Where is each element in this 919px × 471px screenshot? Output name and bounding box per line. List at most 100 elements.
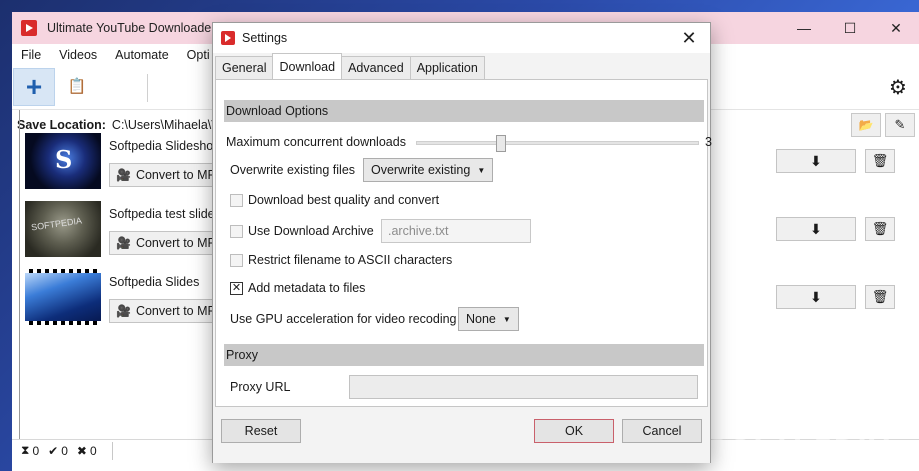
- save-location-label: Save Location:: [17, 118, 106, 132]
- settings-button[interactable]: ⚙: [887, 76, 909, 99]
- convert-button[interactable]: 🎥 Convert to MP3: [109, 163, 229, 187]
- maximize-button[interactable]: ☐: [827, 12, 873, 44]
- ok-button[interactable]: OK: [534, 419, 614, 443]
- camera-icon: 🎥: [116, 236, 131, 250]
- download-tab-panel: Download Options Maximum concurrent down…: [215, 79, 712, 407]
- dialog-app-icon: [221, 31, 235, 45]
- overwrite-value: Overwrite existing: [371, 163, 471, 177]
- video-title: Softpedia test slides: [109, 207, 221, 221]
- add-video-button[interactable]: +: [13, 68, 55, 106]
- metadata-checkbox[interactable]: ✕: [230, 281, 243, 295]
- gpu-label: Use GPU acceleration for video recoding: [230, 312, 457, 326]
- video-title: Softpedia Slides: [109, 275, 200, 289]
- camera-icon: 🎥: [116, 168, 131, 182]
- status-separator: [112, 442, 113, 460]
- download-options-header: Download Options: [224, 100, 704, 122]
- menu-automate[interactable]: Automate: [106, 48, 178, 62]
- tab-general[interactable]: General: [215, 56, 274, 79]
- gpu-dropdown[interactable]: None ▼: [458, 307, 519, 331]
- close-icon: ✕: [681, 27, 697, 48]
- convert-button[interactable]: 🎥 Convert to MP3: [109, 231, 229, 255]
- plus-icon: +: [25, 71, 43, 102]
- camera-icon: 🎥: [116, 304, 131, 318]
- video-title: Softpedia Slideshow: [109, 139, 223, 153]
- overwrite-dropdown[interactable]: Overwrite existing ▼: [363, 158, 494, 182]
- trash-icon: 🗑: [871, 221, 889, 236]
- video-thumbnail: [25, 133, 101, 189]
- trash-icon: 🗑: [871, 289, 889, 304]
- video-thumbnail: [25, 201, 101, 257]
- chevron-down-icon: ▼: [502, 314, 511, 324]
- convert-label: Convert to MP3: [135, 236, 223, 250]
- watermark: SOFTPEDIA: [708, 417, 891, 447]
- check-icon: ✔: [48, 443, 59, 458]
- best-quality-row: Download best quality and convert: [230, 191, 439, 209]
- gpu-row: Use GPU acceleration for video recoding …: [230, 306, 519, 332]
- minimize-button[interactable]: —: [781, 12, 827, 44]
- tab-download[interactable]: Download: [272, 53, 343, 79]
- best-quality-label: Download best quality and convert: [248, 193, 440, 207]
- archive-file-input[interactable]: .archive.txt: [381, 219, 531, 243]
- tab-application[interactable]: Application: [409, 56, 485, 79]
- slider-handle[interactable]: [496, 135, 506, 152]
- settings-tabs: General Download Advanced Application: [215, 53, 485, 79]
- metadata-label: Add metadata to files: [248, 281, 366, 295]
- dialog-titlebar: Settings ✕: [213, 23, 710, 53]
- restrict-ascii-label: Restrict filename to ASCII characters: [248, 253, 453, 267]
- settings-dialog: Settings ✕ General Download Advanced App…: [212, 22, 712, 463]
- overwrite-row: Overwrite existing files Overwrite exist…: [230, 157, 494, 183]
- failed-count: 0: [89, 443, 97, 458]
- best-quality-checkbox[interactable]: [230, 193, 243, 207]
- gear-icon: ⚙: [889, 76, 907, 99]
- delete-button[interactable]: 🗑: [865, 217, 895, 241]
- overwrite-label: Overwrite existing files: [230, 163, 356, 177]
- proxy-url-input[interactable]: [349, 375, 698, 399]
- done-count: 0: [61, 443, 68, 458]
- download-icon: ⬇: [810, 152, 822, 169]
- restrict-ascii-row: Restrict filename to ASCII characters: [230, 251, 452, 269]
- hourglass-icon: ⧗: [21, 443, 30, 457]
- paste-button[interactable]: 📋: [67, 76, 87, 96]
- chevron-down-icon: ▼: [477, 165, 486, 175]
- gpu-value: None: [466, 312, 496, 326]
- archive-label: Use Download Archive: [248, 224, 374, 238]
- proxy-url-label: Proxy URL: [230, 380, 291, 394]
- app-icon: [21, 20, 37, 36]
- toolbar-separator: [147, 74, 148, 102]
- download-button[interactable]: ⬇: [776, 217, 856, 241]
- tab-advanced[interactable]: Advanced: [341, 56, 411, 79]
- archive-checkbox[interactable]: [230, 224, 243, 238]
- restrict-ascii-checkbox[interactable]: [230, 253, 243, 267]
- app-title: Ultimate YouTube Downloader: [47, 21, 216, 35]
- delete-button[interactable]: 🗑: [865, 149, 895, 173]
- pencil-icon: ✎: [894, 117, 906, 132]
- download-button[interactable]: ⬇: [776, 285, 856, 309]
- convert-label: Convert to MP3: [135, 304, 223, 318]
- cancel-button[interactable]: Cancel: [622, 419, 702, 443]
- dialog-close-button[interactable]: ✕: [678, 27, 700, 49]
- max-concurrent-label: Maximum concurrent downloads: [226, 135, 406, 149]
- list-border: [19, 110, 20, 440]
- convert-button[interactable]: 🎥 Convert to MP3: [109, 299, 229, 323]
- dialog-title: Settings: [242, 31, 288, 45]
- reset-button[interactable]: Reset: [221, 419, 301, 443]
- dialog-footer: Reset OK Cancel: [213, 407, 710, 463]
- clipboard-icon: 📋: [67, 78, 87, 95]
- max-concurrent-value: 3: [705, 135, 712, 149]
- download-icon: ⬇: [810, 288, 822, 305]
- max-concurrent-row: Maximum concurrent downloads 3: [226, 128, 712, 156]
- proxy-header: Proxy: [224, 344, 704, 366]
- close-window-button[interactable]: ✕: [873, 12, 919, 44]
- folder-icon: 📂: [858, 118, 874, 132]
- archive-row: Use Download Archive .archive.txt: [230, 218, 531, 244]
- delete-button[interactable]: 🗑: [865, 285, 895, 309]
- pending-count: 0: [32, 443, 40, 458]
- video-thumbnail: [25, 269, 101, 325]
- proxy-url-row: Proxy URL: [230, 375, 698, 399]
- menu-file[interactable]: File: [12, 48, 50, 62]
- max-concurrent-slider[interactable]: [416, 135, 699, 152]
- download-icon: ⬇: [810, 220, 822, 237]
- download-button[interactable]: ⬇: [776, 149, 856, 173]
- metadata-row: ✕ Add metadata to files: [230, 279, 365, 297]
- menu-videos[interactable]: Videos: [50, 48, 106, 62]
